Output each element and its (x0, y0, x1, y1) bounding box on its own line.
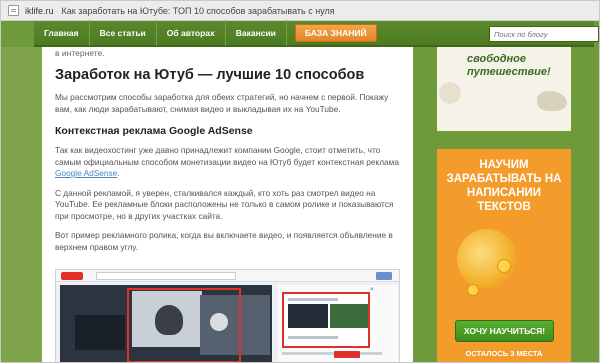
browser-tab-bar: iklife.ru Как заработать на Ютубе: ТОП 1… (1, 1, 599, 21)
coin-icon (467, 284, 479, 296)
youtube-user-icon (376, 272, 392, 280)
coin-icon (497, 259, 511, 273)
travel-banner[interactable]: свободное путешествие! (437, 47, 571, 131)
bird-illustration-icon (439, 82, 461, 104)
writing-course-promo: НАУЧИМ ЗАРАБАТЫВАТЬ НА НАПИСАНИИ ТЕКСТОВ… (437, 149, 571, 362)
youtube-video-frame (60, 285, 272, 362)
subscribe-button-shape (334, 351, 360, 358)
article-paragraph: Мы рассмотрим способы заработка для обеи… (55, 92, 389, 114)
article-paragraph: Так как видеохостинг уже давно принадлеж… (55, 145, 400, 180)
ad-text-lines (288, 298, 338, 301)
youtube-sidebar: × (278, 285, 398, 362)
main-navigation: Главная Все статьи Об авторах Вакансии Б… (34, 20, 599, 47)
highlighted-ad-area (127, 288, 241, 362)
plane-illustration-icon (537, 91, 567, 111)
nav-item-vacancies[interactable]: Вакансии (226, 20, 287, 46)
close-icon: × (370, 287, 374, 293)
article-intro-tail: в интернете. (55, 48, 105, 58)
highlighted-ad-card (282, 292, 370, 348)
article-subheading: Контекстная реклама Google AdSense (55, 125, 253, 137)
paragraph-text: . (117, 168, 120, 178)
youtube-ad-example-image: × (55, 269, 400, 362)
ad-thumbnail (288, 304, 328, 328)
sidebar-text-lines (282, 352, 382, 355)
background-left-stripe (1, 47, 42, 362)
article-paragraph: Вот пример рекламного ролика, когда вы в… (55, 230, 393, 252)
travel-banner-text: свободное путешествие! (467, 53, 551, 78)
coins-illustration-icon (457, 229, 517, 289)
browser-domain[interactable]: iklife.ru (25, 6, 54, 16)
paragraph-text: Так как видеохостинг уже давно принадлеж… (55, 145, 399, 167)
article-content: в интернете. Заработок на Ютуб — лучшие … (42, 47, 413, 362)
promo-remaining-seats: ОСТАЛОСЬ 3 МЕСТА (465, 349, 543, 358)
article-heading: Заработок на Ютуб — лучшие 10 способов (55, 67, 365, 83)
youtube-header-bar (56, 270, 399, 282)
ad-thumbnail (330, 304, 368, 328)
video-monitor-shape (75, 315, 125, 350)
article-paragraph: С данной рекламой, я уверен, сталкивался… (55, 187, 394, 221)
search-input[interactable] (489, 26, 599, 42)
youtube-logo-icon (61, 272, 83, 280)
adsense-link[interactable]: Google AdSense (55, 168, 117, 178)
background-middle-stripe (413, 47, 437, 362)
nav-item-about-authors[interactable]: Об авторах (157, 20, 226, 46)
background-right-stripe (571, 47, 599, 362)
nav-item-all-articles[interactable]: Все статьи (90, 20, 157, 46)
youtube-search-field (96, 272, 236, 280)
promo-title: НАУЧИМ ЗАРАБАТЫВАТЬ НА НАПИСАНИИ ТЕКСТОВ (446, 159, 562, 213)
nav-item-home[interactable]: Главная (34, 20, 90, 46)
browser-tab-title[interactable]: Как заработать на Ютубе: ТОП 10 способов… (62, 6, 335, 16)
page-icon (8, 5, 19, 16)
page-frame: iklife.ru Как заработать на Ютубе: ТОП 1… (0, 0, 600, 363)
promo-cta-button[interactable]: ХОЧУ НАУЧИТЬСЯ! (455, 320, 554, 342)
nav-item-knowledge-base[interactable]: БАЗА ЗНАНИЙ (294, 24, 377, 42)
